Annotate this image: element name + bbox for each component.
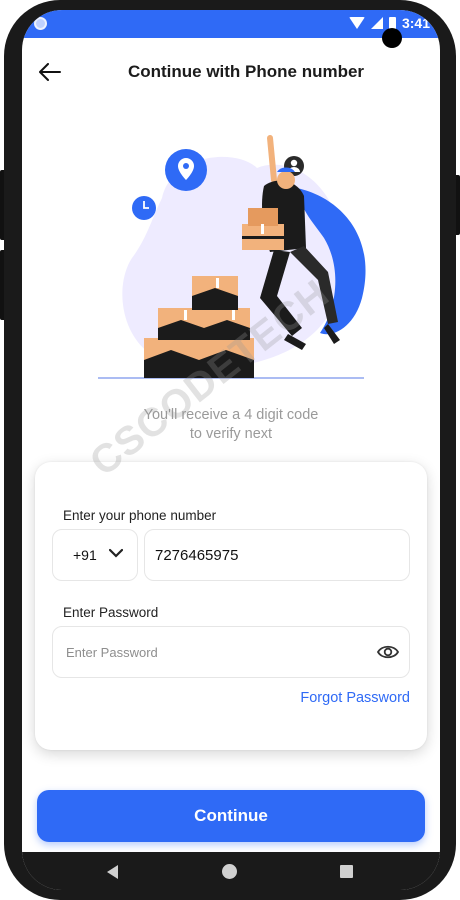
camera-cutout [382,28,402,48]
password-label: Enter Password [63,605,159,620]
nav-home-icon[interactable] [222,864,237,879]
phone-device: 3:41 Continue with Phone number You'll r… [0,0,460,900]
info-line-1: You'll receive a 4 digit code [143,407,319,423]
info-text: You'll receive a 4 digit code to verify … [22,406,440,444]
signal-icon [370,17,383,29]
forgot-password-link[interactable]: Forgot Password [300,690,410,706]
nav-recents-icon[interactable] [340,865,353,878]
status-bar: 3:41 [22,10,440,38]
status-time: 3:41 [401,15,430,31]
notification-icon [34,17,47,30]
header: Continue with Phone number [22,50,440,94]
wifi-icon [348,17,365,29]
phone-label: Enter your phone number [63,508,217,523]
eye-icon[interactable] [376,641,400,663]
login-card: Enter your phone number +91 Enter Passwo… [35,462,427,750]
chevron-down-icon [109,548,123,558]
continue-button[interactable]: Continue [37,790,425,842]
country-code-select[interactable]: +91 [52,529,138,581]
page-title: Continue with Phone number [127,62,365,81]
system-nav-bar [22,852,440,890]
info-line-2: to verify next [189,426,273,442]
country-code-value: +91 [73,547,97,563]
phone-number-input[interactable] [144,529,410,581]
password-input[interactable] [52,626,410,678]
app-screen: 3:41 Continue with Phone number You'll r… [22,10,440,890]
delivery-illustration [98,135,366,379]
nav-back-icon[interactable] [107,865,118,879]
